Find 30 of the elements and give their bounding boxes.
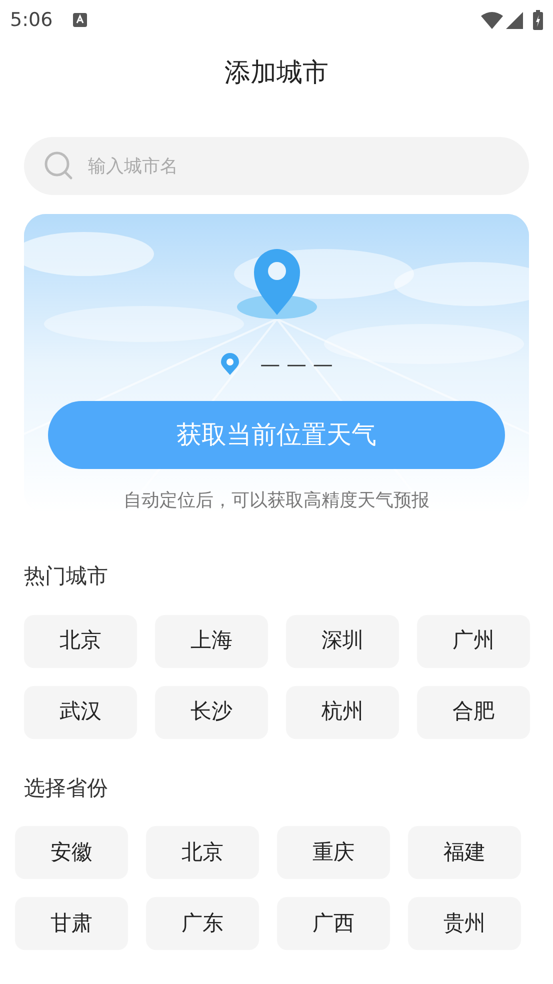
city-button[interactable]: 北京 xyxy=(24,614,137,668)
city-button[interactable]: 上海 xyxy=(155,614,268,668)
province-button[interactable]: 福建 xyxy=(408,826,521,879)
location-pin-icon xyxy=(220,353,240,375)
province-button[interactable]: 广西 xyxy=(277,897,390,950)
province-button[interactable]: 安徽 xyxy=(15,826,128,879)
location-text: — — — xyxy=(260,351,333,378)
province-button[interactable]: 贵州 xyxy=(408,897,521,950)
page-title: 添加城市 xyxy=(224,57,328,90)
city-button[interactable]: 杭州 xyxy=(286,686,399,738)
location-hint: 自动定位后，可以获取高精度天气预报 xyxy=(124,489,430,513)
search-field[interactable]: 输入城市名 xyxy=(24,137,529,195)
city-button[interactable]: 深圳 xyxy=(286,614,399,668)
province-button[interactable]: 甘肃 xyxy=(15,897,128,950)
battery-icon xyxy=(533,10,543,30)
wifi-icon xyxy=(481,12,503,28)
signal-icon xyxy=(506,12,523,28)
status-time: 5:06 xyxy=(10,8,53,33)
section-heading: 热门城市 xyxy=(24,563,109,590)
province-button[interactable]: 广东 xyxy=(146,897,259,950)
city-button[interactable]: 武汉 xyxy=(24,686,137,738)
keyboard-icon xyxy=(72,13,87,27)
section-heading: 选择省份 xyxy=(24,774,109,802)
location-pin-icon xyxy=(236,247,316,319)
province-button[interactable]: 重庆 xyxy=(277,826,390,879)
city-button[interactable]: 广州 xyxy=(417,614,530,668)
search-icon xyxy=(44,151,74,181)
province-button[interactable]: 北京 xyxy=(146,826,259,879)
city-button[interactable]: 长沙 xyxy=(155,686,268,738)
city-button[interactable]: 合肥 xyxy=(417,686,530,738)
